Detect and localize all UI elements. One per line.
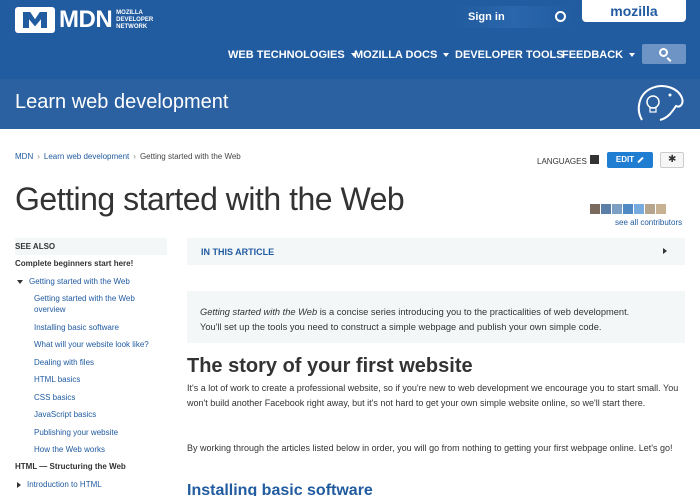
sidebar-item-label: Getting started with the Web [29, 277, 130, 286]
avatar[interactable] [634, 204, 644, 214]
contributor-avatars [590, 204, 666, 214]
nav-label: MOZILLA DOCS [354, 49, 438, 61]
avatar[interactable] [612, 204, 622, 214]
nav-mozilla-docs[interactable]: MOZILLA DOCS [354, 46, 450, 64]
logo-text: MDN [59, 6, 113, 33]
sidebar-item-getting-started[interactable]: Getting started with the Web [17, 277, 130, 286]
section-heading: The story of your first website [187, 355, 473, 377]
paragraph: By working through the articles listed b… [187, 443, 673, 453]
mdn-logo[interactable]: MDN MOZILLA DEVELOPER NETWORK [15, 6, 166, 34]
sidebar-item-overview[interactable]: Getting started with the Web [34, 294, 135, 303]
sidebar-item-label: Introduction to HTML [27, 480, 102, 489]
see-all-contributors-link[interactable]: see all contributors [615, 218, 682, 227]
breadcrumb-learn[interactable]: Learn web development [44, 152, 129, 161]
avatar[interactable] [590, 204, 600, 214]
sidebar-item-files[interactable]: Dealing with files [34, 358, 94, 367]
nav-label: WEB TECHNOLOGIES [228, 49, 345, 61]
breadcrumb: MDN › Learn web development › Getting starte… [15, 152, 241, 161]
nav-developer-tools[interactable]: DEVELOPER TOOLS [455, 46, 564, 64]
nav-label: DEVELOPER TOOLS [455, 49, 564, 61]
sidebar-item-installing[interactable]: Installing basic software [34, 323, 119, 332]
edit-button[interactable]: EDIT [607, 152, 653, 168]
intro-summary: Getting started with the Web is a concis… [187, 291, 685, 343]
sidebar-item-js-basics[interactable]: JavaScript basics [34, 410, 96, 419]
translate-icon[interactable] [590, 155, 599, 164]
toc-label: IN THIS ARTICLE [201, 247, 275, 257]
logo-subtitle: MOZILLA DEVELOPER NETWORK [116, 9, 154, 30]
intro-italic: Getting started with the Web [200, 307, 318, 317]
banner-title: Learn web development [15, 91, 229, 113]
paragraph: It's a lot of work to create a professio… [187, 383, 679, 408]
languages-button[interactable]: LANGUAGES [537, 157, 587, 166]
breadcrumb-current: Getting started with the Web [139, 152, 241, 161]
chevron-down-icon [443, 53, 450, 58]
breadcrumb-separator: › [37, 152, 40, 161]
nav-web-technologies[interactable]: WEB TECHNOLOGIES [228, 46, 357, 64]
section-banner: Learn web development [0, 79, 700, 129]
breadcrumb-separator: › [133, 152, 136, 161]
page-title: Getting started with the Web [15, 181, 405, 217]
sidebar-item-publishing[interactable]: Publishing your website [34, 428, 118, 437]
github-icon [555, 11, 566, 22]
mdn-logo-icon [15, 7, 55, 33]
chevron-down-icon [629, 53, 636, 58]
sidebar-item-html-basics[interactable]: HTML basics [34, 375, 80, 384]
breadcrumb-mdn[interactable]: MDN [15, 152, 33, 161]
installing-software-heading-link[interactable]: Installing basic software [187, 482, 373, 496]
nav-feedback[interactable]: FEEDBACK [562, 46, 636, 64]
avatar[interactable] [645, 204, 655, 214]
sidebar-item-css-basics[interactable]: CSS basics [34, 393, 75, 402]
sign-in-label: Sign in [468, 11, 505, 23]
pencil-icon [637, 156, 644, 164]
in-this-article-toggle[interactable]: IN THIS ARTICLE [187, 238, 685, 265]
search-icon [659, 48, 668, 57]
sidebar-item-complete-beginners[interactable]: Complete beginners start here! [15, 259, 133, 268]
avatar[interactable] [601, 204, 611, 214]
avatar[interactable] [656, 204, 666, 214]
intro-text-line2: You'll set up the tools you need to cons… [200, 322, 602, 332]
sidebar-item-html-structuring[interactable]: HTML — Structuring the Web [15, 462, 126, 471]
sidebar-item-overview-cont[interactable]: overview [34, 305, 66, 314]
sidebar-item-intro-html[interactable]: Introduction to HTML [17, 480, 102, 489]
mozilla-tab[interactable]: mozilla [582, 0, 686, 22]
search-button[interactable] [642, 44, 686, 64]
chevron-right-icon [663, 248, 667, 254]
top-header: MDN MOZILLA DEVELOPER NETWORK Sign in mo… [0, 0, 700, 79]
intro-text: is a concise series introducing you to t… [317, 307, 630, 317]
sign-in-button[interactable]: Sign in [452, 6, 576, 28]
gear-icon[interactable] [660, 152, 684, 168]
nav-label: FEEDBACK [562, 49, 624, 61]
caret-down-icon [17, 279, 23, 284]
dino-lightbulb-icon [637, 85, 684, 121]
sidebar-heading: SEE ALSO [15, 238, 167, 255]
sidebar-item-website-look[interactable]: What will your website look like? [34, 340, 149, 349]
edit-label: EDIT [615, 155, 635, 164]
caret-right-icon [17, 481, 21, 488]
sidebar-item-web-works[interactable]: How the Web works [34, 445, 105, 454]
avatar[interactable] [623, 204, 633, 214]
